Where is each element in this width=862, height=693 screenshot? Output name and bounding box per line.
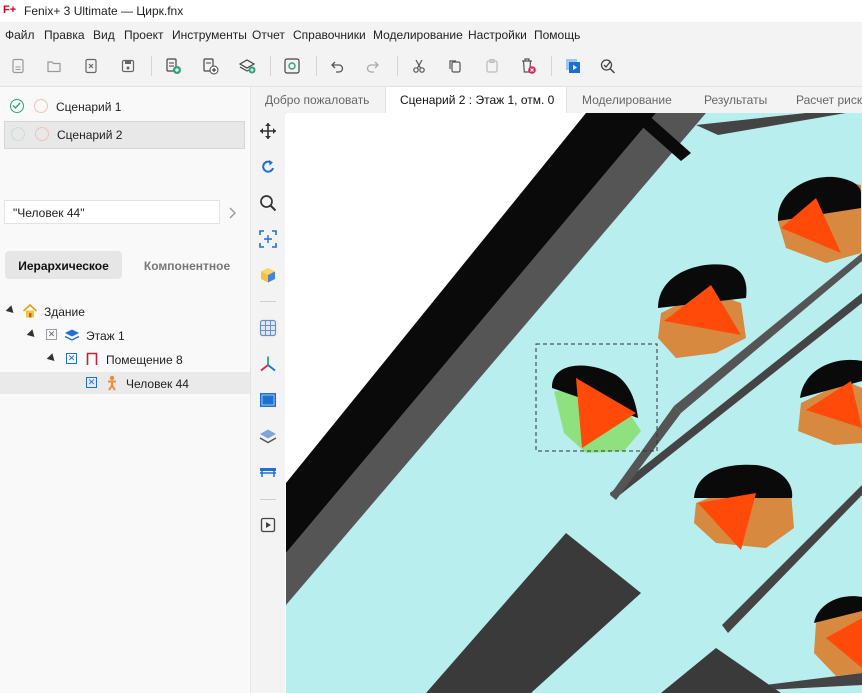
menu-modeling[interactable]: Моделирование <box>373 28 463 42</box>
3d-viewport[interactable] <box>286 113 862 693</box>
layers-icon[interactable] <box>257 425 279 447</box>
status-circle-icon <box>34 99 48 113</box>
tab-welcome[interactable]: Добро пожаловать <box>251 87 385 113</box>
menu-bar: Файл Правка Вид Проект Инструменты Отчет… <box>0 22 862 46</box>
search-input-value: "Человек 44" <box>13 206 85 220</box>
tree-item-label: Этаж 1 <box>86 329 125 343</box>
bench-icon[interactable] <box>257 461 279 483</box>
menu-view[interactable]: Вид <box>93 28 115 42</box>
scenario-row[interactable]: Сценарий 1 <box>4 94 245 120</box>
rotate-icon[interactable] <box>257 156 279 178</box>
toolbar-separator <box>151 56 152 76</box>
menu-edit[interactable]: Правка <box>44 28 85 42</box>
scenario-row[interactable]: Сценарий 2 <box>4 121 245 149</box>
tree-item-room[interactable]: ✕ Помещение 8 <box>0 349 249 371</box>
tab-hierarchical[interactable]: Иерархическое <box>5 251 122 279</box>
room-icon <box>85 351 99 370</box>
cube-icon[interactable] <box>257 264 279 286</box>
window-title: Fenix+ 3 Ultimate — Цирк.fnx <box>24 4 184 18</box>
floor-scene <box>286 113 862 693</box>
visibility-checkbox[interactable]: ✕ <box>86 377 97 388</box>
menu-help[interactable]: Помощь <box>534 28 580 42</box>
tree-item-label: Помещение 8 <box>106 353 183 367</box>
menu-project[interactable]: Проект <box>124 28 164 42</box>
floor-layers-icon <box>64 327 80 346</box>
tab-label: Сценарий 2 : Этаж 1, отм. 0 <box>400 93 555 107</box>
tree-item-person[interactable]: ✕ Человек 44 <box>0 372 250 394</box>
check-circle-icon[interactable] <box>11 127 25 141</box>
status-circle-icon <box>35 127 49 141</box>
expand-arrow-icon[interactable] <box>26 329 38 340</box>
toolbar-separator <box>316 56 317 76</box>
tree-item-label: Здание <box>44 305 85 319</box>
save-icon[interactable] <box>117 55 139 77</box>
redo-icon[interactable] <box>362 55 384 77</box>
menu-report[interactable]: Отчет <box>252 28 285 42</box>
add-layer-icon[interactable] <box>236 55 258 77</box>
add-scenario-icon[interactable] <box>162 55 184 77</box>
tree-item-building[interactable]: Здание <box>0 301 249 323</box>
tab-scenario-2-floor-1[interactable]: Сценарий 2 : Этаж 1, отм. 0 <box>385 87 567 113</box>
toolbar-separator <box>551 56 552 76</box>
tool-separator <box>260 301 276 302</box>
tool-separator <box>260 499 276 500</box>
document-tabs: Добро пожаловать Сценарий 2 : Этаж 1, от… <box>251 87 862 114</box>
cut-icon[interactable] <box>408 55 430 77</box>
tab-component-label: Компонентное <box>143 259 231 273</box>
run-calculation-icon[interactable] <box>562 55 584 77</box>
tab-modeling[interactable]: Моделирование <box>568 87 685 113</box>
chevron-right-icon[interactable] <box>226 206 240 222</box>
left-panel: Сценарий 1 Сценарий 2 "Человек 44" Иерар… <box>0 87 251 693</box>
new-file-icon[interactable] <box>7 55 29 77</box>
tab-label: Моделирование <box>582 93 672 107</box>
check-circle-icon[interactable] <box>10 99 24 113</box>
menu-file[interactable]: Файл <box>5 28 35 42</box>
person-icon <box>105 375 119 394</box>
zoom-icon[interactable] <box>257 192 279 214</box>
tab-label: Результаты <box>704 93 768 107</box>
copy-icon[interactable] <box>444 55 466 77</box>
menu-tools[interactable]: Инструменты <box>172 28 247 42</box>
menu-references[interactable]: Справочники <box>293 28 366 42</box>
move-icon[interactable] <box>257 120 279 142</box>
toolbar-separator <box>397 56 398 76</box>
expand-arrow-icon[interactable] <box>46 353 58 364</box>
add-scenario-alt-icon[interactable] <box>199 55 221 77</box>
tree-item-floor[interactable]: ✕ Этаж 1 <box>0 325 249 347</box>
tab-label: Добро пожаловать <box>265 93 370 107</box>
open-folder-icon[interactable] <box>43 55 65 77</box>
building-icon <box>22 303 38 322</box>
scenario-label: Сценарий 2 <box>57 128 123 142</box>
grid-icon[interactable] <box>257 317 279 339</box>
paste-icon[interactable] <box>481 55 503 77</box>
visibility-checkbox[interactable]: ✕ <box>66 353 77 364</box>
toolbar <box>0 46 862 87</box>
tab-results[interactable]: Результаты <box>690 87 780 113</box>
scenario-label: Сценарий 1 <box>56 100 122 114</box>
tab-hierarchical-label: Иерархическое <box>18 259 109 273</box>
undo-icon[interactable] <box>326 55 348 77</box>
toolbar-separator <box>270 56 271 76</box>
visibility-checkbox[interactable]: ✕ <box>46 329 57 340</box>
axes-icon[interactable] <box>257 353 279 375</box>
close-file-icon[interactable] <box>80 55 102 77</box>
expand-arrow-icon[interactable] <box>5 305 17 316</box>
tab-risk-calculation[interactable]: Расчет риска <box>782 87 862 113</box>
search-input[interactable]: "Человек 44" <box>4 200 220 224</box>
ar-view-icon[interactable] <box>281 55 303 77</box>
check-icon[interactable] <box>597 55 619 77</box>
play-video-icon[interactable] <box>257 514 279 536</box>
tab-label: Расчет риска <box>796 93 862 107</box>
fit-view-icon[interactable] <box>257 228 279 250</box>
delete-icon[interactable] <box>517 55 539 77</box>
menu-settings[interactable]: Настройки <box>468 28 527 42</box>
title-bar: F+ Fenix+ 3 Ultimate — Цирк.fnx <box>0 0 862 22</box>
view-tool-strip <box>251 113 285 693</box>
app-logo: F+ <box>3 4 17 16</box>
tab-component[interactable]: Компонентное <box>126 251 248 279</box>
plan-view-icon[interactable] <box>257 389 279 411</box>
tree-item-label: Человек 44 <box>126 377 189 391</box>
